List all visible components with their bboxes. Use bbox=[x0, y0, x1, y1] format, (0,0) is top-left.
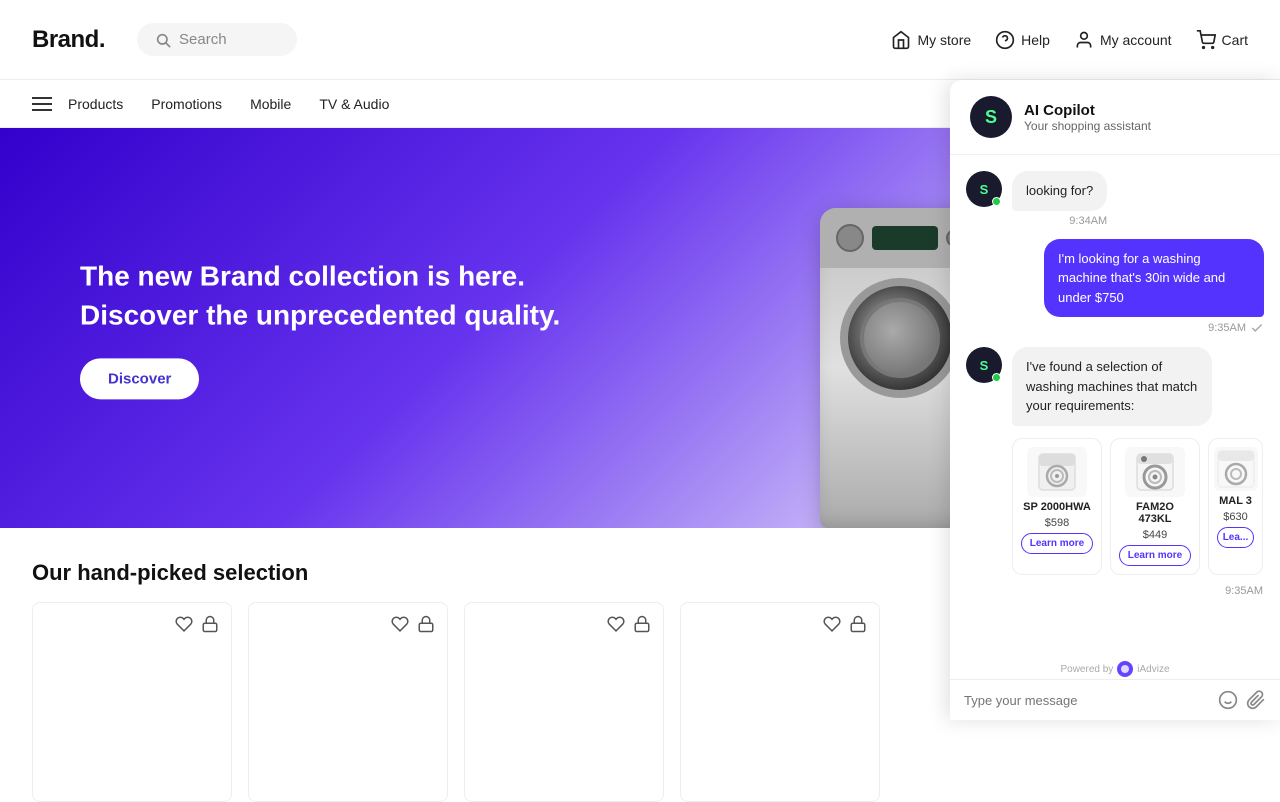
wishlist-icon[interactable] bbox=[607, 615, 625, 633]
cart-label: Cart bbox=[1222, 32, 1248, 48]
msg-time-1: 9:34AM bbox=[1012, 215, 1107, 227]
product-learn-more-2[interactable]: Learn more bbox=[1119, 545, 1191, 566]
chat-title: AI Copilot bbox=[1024, 102, 1151, 119]
wishlist-icon[interactable] bbox=[823, 615, 841, 633]
online-indicator bbox=[992, 197, 1001, 206]
product-card-4 bbox=[680, 602, 880, 802]
online-indicator-2 bbox=[992, 373, 1001, 382]
account-icon bbox=[1074, 30, 1094, 50]
chat-messages: S looking for? 9:34AM I'm looking for a … bbox=[950, 155, 1280, 657]
product-name-1: SP 2000HWA bbox=[1023, 501, 1091, 513]
product-image-1 bbox=[1027, 447, 1087, 497]
msg-time-3: 9:35AM bbox=[1012, 585, 1263, 597]
search-text: Search bbox=[179, 31, 227, 48]
hero-title: The new Brand collection is here. Discov… bbox=[80, 256, 560, 334]
chat-product-3: MAL 3 $630 Lea... bbox=[1208, 438, 1263, 575]
bot-avatar-1: S bbox=[966, 171, 1002, 207]
chat-product-2: FAM2O 473KL $449 Learn more bbox=[1110, 438, 1200, 575]
product-name-3: MAL 3 bbox=[1219, 495, 1252, 507]
emoji-icon[interactable] bbox=[1218, 690, 1238, 710]
my-store-label: My store bbox=[917, 32, 971, 48]
bot-message-bubble-1: looking for? bbox=[1012, 171, 1107, 211]
attachment-icon[interactable] bbox=[1246, 690, 1266, 710]
top-nav: Brand. Search My store Help My account bbox=[0, 0, 1280, 80]
search-bar[interactable]: Search bbox=[137, 23, 297, 56]
nav-tv-audio[interactable]: TV & Audio bbox=[319, 96, 389, 112]
chat-message-input[interactable] bbox=[964, 693, 1210, 708]
bot-message-bubble-2: I've found a selection of washing machin… bbox=[1012, 347, 1212, 426]
product-learn-more-3[interactable]: Lea... bbox=[1217, 527, 1254, 548]
chat-panel: S AI Copilot Your shopping assistant S l… bbox=[950, 80, 1280, 720]
wishlist-icon[interactable] bbox=[391, 615, 409, 633]
product-price-3: $630 bbox=[1223, 511, 1247, 523]
cart-add-icon[interactable] bbox=[633, 615, 651, 633]
store-icon bbox=[891, 30, 911, 50]
washer-img-icon-3 bbox=[1214, 447, 1258, 491]
iadvize-logo bbox=[1117, 661, 1133, 677]
cart-button[interactable]: Cart bbox=[1196, 30, 1248, 50]
wishlist-icon[interactable] bbox=[175, 615, 193, 633]
hamburger-menu[interactable] bbox=[32, 97, 52, 111]
user-message-bubble: I'm looking for a washing machine that's… bbox=[1044, 239, 1264, 318]
product-price-1: $598 bbox=[1045, 517, 1069, 529]
cart-add-icon[interactable] bbox=[417, 615, 435, 633]
msg-time-2: 9:35AM bbox=[1044, 321, 1264, 335]
product-learn-more-1[interactable]: Learn more bbox=[1021, 533, 1093, 554]
powered-by-footer: Powered by iAdvize bbox=[950, 657, 1280, 679]
chat-product-1: SP 2000HWA $598 Learn more bbox=[1012, 438, 1102, 575]
product-card-2 bbox=[248, 602, 448, 802]
cart-add-icon[interactable] bbox=[849, 615, 867, 633]
product-name-2: FAM2O 473KL bbox=[1119, 501, 1191, 525]
bot-avatar-2: S bbox=[966, 347, 1002, 383]
product-image-3 bbox=[1214, 447, 1258, 491]
chat-message-2: I'm looking for a washing machine that's… bbox=[966, 239, 1264, 336]
product-card-1 bbox=[32, 602, 232, 802]
chat-header: S AI Copilot Your shopping assistant bbox=[950, 80, 1280, 155]
chat-product-list: SP 2000HWA $598 Learn more bbox=[1012, 438, 1263, 575]
help-button[interactable]: Help bbox=[995, 30, 1050, 50]
brand-logo[interactable]: Brand. bbox=[32, 26, 105, 54]
chat-subtitle: Your shopping assistant bbox=[1024, 119, 1151, 133]
chat-message-1: S looking for? 9:34AM bbox=[966, 171, 1264, 227]
nav-mobile[interactable]: Mobile bbox=[250, 96, 291, 112]
help-icon bbox=[995, 30, 1015, 50]
ai-avatar: S bbox=[970, 96, 1012, 138]
chat-input-row bbox=[950, 679, 1280, 720]
my-account-label: My account bbox=[1100, 32, 1172, 48]
cart-icon bbox=[1196, 30, 1216, 50]
help-label: Help bbox=[1021, 32, 1050, 48]
product-card-3 bbox=[464, 602, 664, 802]
cart-add-icon[interactable] bbox=[201, 615, 219, 633]
washer-img-icon-2 bbox=[1133, 450, 1177, 494]
product-image-2 bbox=[1125, 447, 1185, 497]
powered-by-text: Powered by bbox=[1060, 664, 1113, 675]
search-icon bbox=[155, 32, 171, 48]
powered-brand-text: iAdvize bbox=[1137, 664, 1169, 675]
washer-img-icon bbox=[1035, 450, 1079, 494]
product-price-2: $449 bbox=[1143, 529, 1167, 541]
nav-actions: My store Help My account Cart bbox=[891, 30, 1248, 50]
chat-message-3: S I've found a selection of washing mach… bbox=[966, 347, 1264, 597]
my-account-button[interactable]: My account bbox=[1074, 30, 1172, 50]
nav-promotions[interactable]: Promotions bbox=[151, 96, 222, 112]
read-receipt-icon bbox=[1250, 321, 1264, 335]
nav-products[interactable]: Products bbox=[68, 96, 123, 112]
my-store-button[interactable]: My store bbox=[891, 30, 971, 50]
hero-content: The new Brand collection is here. Discov… bbox=[80, 256, 560, 399]
hero-discover-button[interactable]: Discover bbox=[80, 359, 199, 400]
chat-header-text: AI Copilot Your shopping assistant bbox=[1024, 102, 1151, 133]
